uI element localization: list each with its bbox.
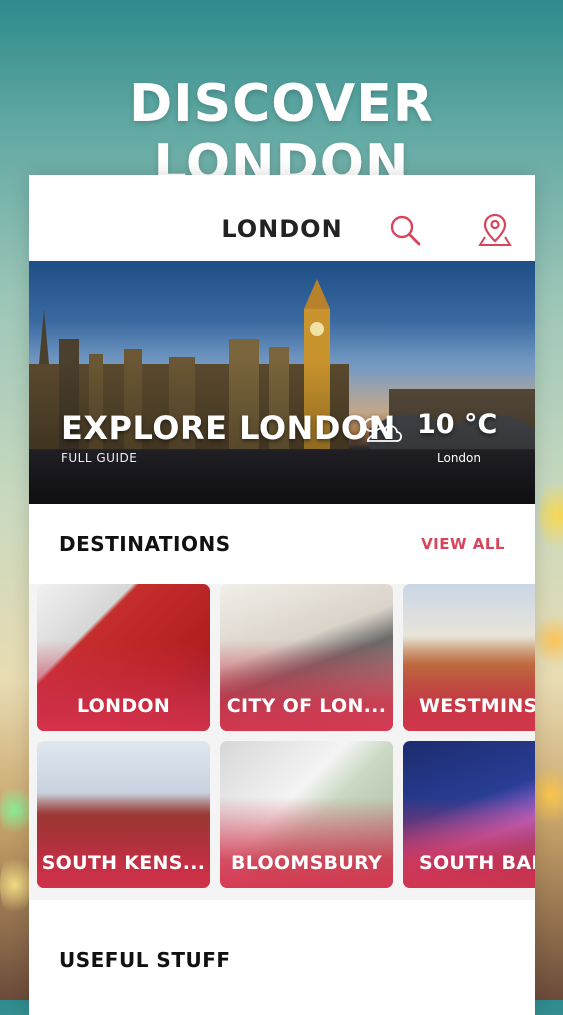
destination-label: SOUTH KENS...	[41, 852, 206, 874]
cloud-sun-icon	[364, 418, 403, 442]
destination-label: SOUTH BAN	[419, 852, 535, 874]
bokeh-decoration	[540, 470, 563, 560]
destination-card-south-kensington[interactable]: SOUTH KENS...	[37, 741, 210, 888]
destinations-header: DESTINATIONS VIEW ALL	[29, 504, 535, 584]
destination-card-bloomsbury[interactable]: BLOOMSBURY	[220, 741, 393, 888]
weather-city: London	[437, 451, 481, 465]
destination-label: WESTMINST	[419, 695, 535, 717]
weather-temperature: 10 °C	[417, 409, 498, 440]
useful-stuff-title: USEFUL STUFF	[59, 948, 231, 972]
destination-card-london[interactable]: LONDON	[37, 584, 210, 731]
map-pin-icon	[478, 213, 512, 246]
bokeh-decoration	[0, 780, 30, 840]
view-all-link[interactable]: VIEW ALL	[421, 535, 505, 553]
phone-screen: LONDON EXPLORE LONDON FULL GUIDE 10 °C L…	[29, 175, 535, 1015]
destination-card-south-bank[interactable]: SOUTH BAN	[403, 741, 535, 888]
useful-stuff-header: USEFUL STUFF	[29, 920, 535, 1000]
destination-label: CITY OF LON...	[226, 695, 387, 717]
bokeh-decoration	[0, 850, 30, 920]
destinations-row: SOUTH KENS... BLOOMSBURY SOUTH BAN	[37, 741, 535, 888]
search-button[interactable]	[385, 210, 425, 250]
hero-title: EXPLORE LONDON	[61, 409, 396, 447]
bokeh-decoration	[535, 610, 563, 670]
weather-widget: 10 °C London	[357, 409, 507, 479]
destination-label: LONDON	[76, 695, 171, 717]
destination-card-westminster[interactable]: WESTMINST	[403, 584, 535, 731]
page-title: LONDON	[221, 215, 343, 243]
app-header: LONDON	[29, 175, 535, 261]
destination-card-city-of-london[interactable]: CITY OF LON...	[220, 584, 393, 731]
destinations-grid: LONDON CITY OF LON... WESTMINST SOUTH KE…	[29, 584, 535, 900]
hero-banner[interactable]: EXPLORE LONDON FULL GUIDE 10 °C London	[29, 261, 535, 504]
destinations-title: DESTINATIONS	[59, 532, 231, 556]
hero-subtitle: FULL GUIDE	[61, 451, 138, 465]
destination-label: BLOOMSBURY	[230, 852, 383, 874]
destinations-row: LONDON CITY OF LON... WESTMINST	[37, 584, 535, 731]
map-button[interactable]	[475, 210, 515, 250]
search-icon	[390, 215, 421, 246]
